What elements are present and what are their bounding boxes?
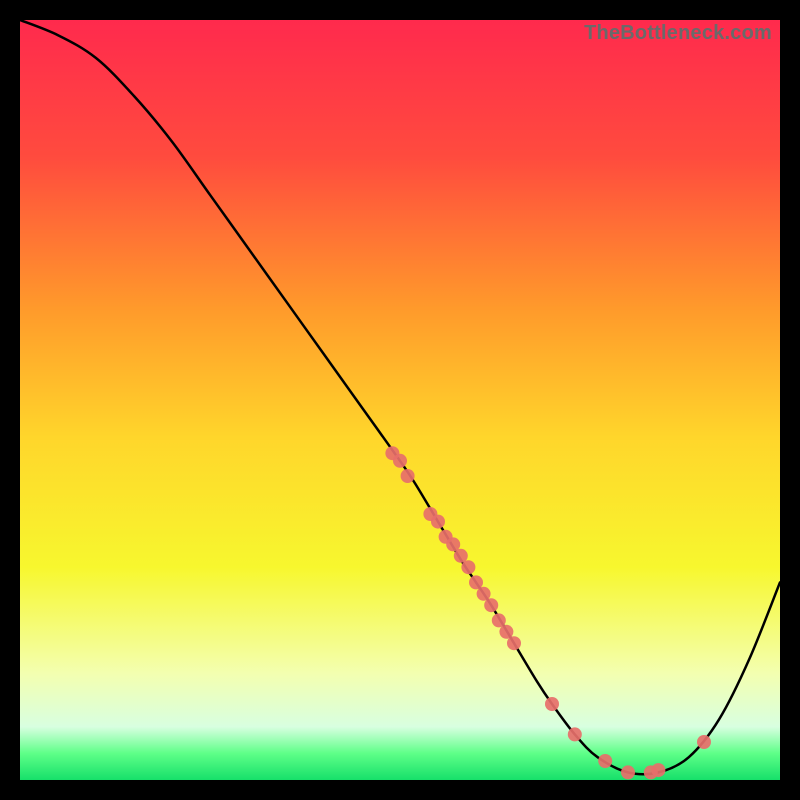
highlight-point bbox=[492, 613, 506, 627]
highlight-point bbox=[461, 560, 475, 574]
highlight-point bbox=[469, 575, 483, 589]
highlight-point bbox=[545, 697, 559, 711]
highlight-point bbox=[499, 625, 513, 639]
highlight-point bbox=[598, 754, 612, 768]
highlight-points-group bbox=[385, 446, 711, 779]
chart-frame: TheBottleneck.com bbox=[20, 20, 780, 780]
highlight-point bbox=[621, 765, 635, 779]
highlight-point bbox=[446, 537, 460, 551]
highlight-point bbox=[484, 598, 498, 612]
watermark-text: TheBottleneck.com bbox=[584, 22, 772, 45]
highlight-point bbox=[401, 469, 415, 483]
highlight-point bbox=[697, 735, 711, 749]
highlight-point bbox=[477, 587, 491, 601]
highlight-point bbox=[393, 454, 407, 468]
highlight-point bbox=[431, 515, 445, 529]
bottleneck-curve bbox=[20, 20, 780, 774]
highlight-point bbox=[651, 763, 665, 777]
highlight-point bbox=[568, 727, 582, 741]
chart-overlay bbox=[20, 20, 780, 780]
highlight-point bbox=[454, 549, 468, 563]
highlight-point bbox=[507, 636, 521, 650]
